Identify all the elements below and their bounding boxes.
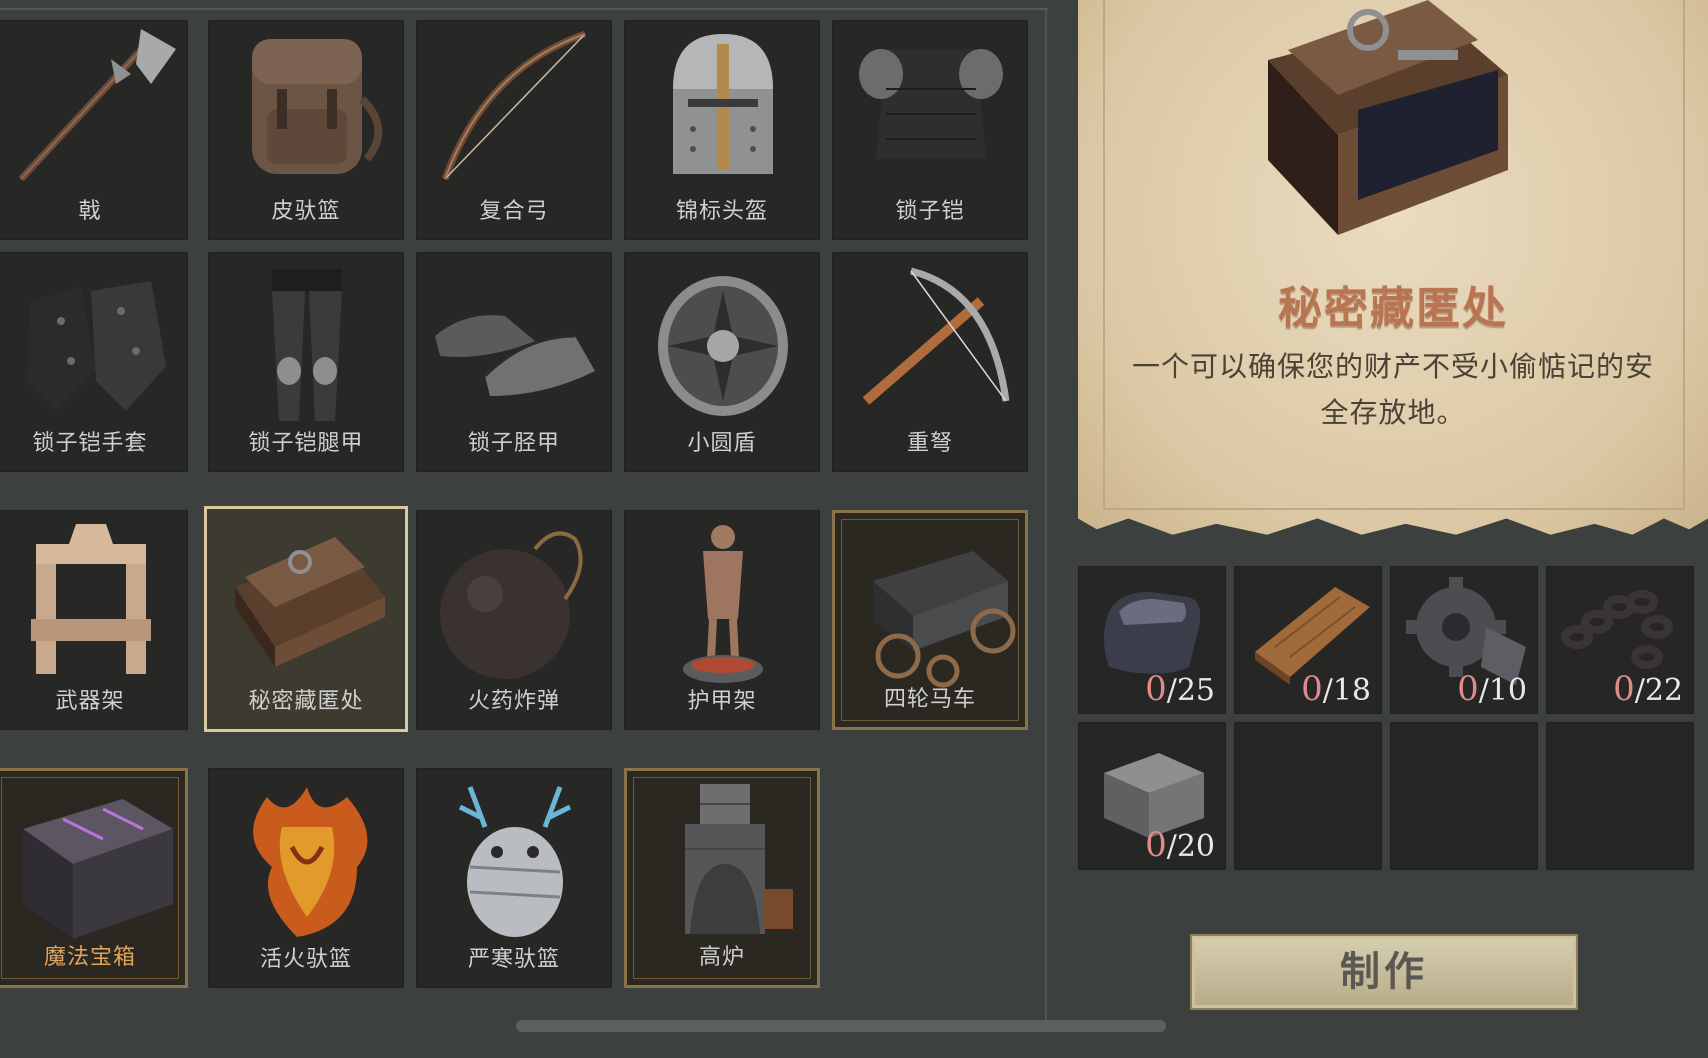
magic-chest-icon <box>23 799 173 939</box>
recipe-item-weapon-rack[interactable]: 武器架 <box>0 510 188 730</box>
recipe-item-tournament-helmet[interactable]: 锦标头盔 <box>624 20 820 240</box>
item-label: 戟 <box>78 199 102 224</box>
armor-stand-icon <box>683 525 763 683</box>
composite-bow-icon <box>441 30 587 181</box>
frost-pack-icon <box>458 786 572 937</box>
horizontal-scrollbar[interactable] <box>516 1020 1166 1032</box>
item-label: 复合弓 <box>479 199 549 224</box>
weapon-rack-icon <box>31 524 151 674</box>
recipe-item-heavy-crossbow[interactable]: 重弩 <box>832 252 1028 472</box>
item-label: 重弩 <box>906 431 953 456</box>
craft-button[interactable]: 制作 <box>1190 934 1578 1010</box>
item-description: 一个可以确保您的财产不受小偷惦记的安全存放地。 <box>1131 350 1654 429</box>
material-count: 0/25 <box>1145 669 1215 709</box>
recipe-item-armor-stand[interactable]: 护甲架 <box>624 510 820 730</box>
recipe-item-magic-chest[interactable]: 魔法宝箱 <box>0 768 188 988</box>
item-label: 皮驮篮 <box>271 199 341 224</box>
item-detail-panel: 秘密藏匿处 一个可以确保您的财产不受小偷惦记的安全存放地。 <box>1078 0 1708 535</box>
item-label: 锁子铠 <box>895 199 965 224</box>
material-count: 0/20 <box>1145 825 1215 865</box>
halberd-icon <box>18 29 176 182</box>
recipe-item-frost-pack[interactable]: 严寒驮篮 <box>416 768 612 988</box>
item-title: 秘密藏匿处 <box>1278 283 1508 334</box>
material-slot-empty <box>1546 722 1694 870</box>
chainmail-armor-icon <box>859 49 1003 159</box>
recipe-item-living-fire-pack[interactable]: 活火驮篮 <box>208 768 404 988</box>
item-label: 火药炸弹 <box>467 689 560 714</box>
item-label: 魔法宝箱 <box>43 945 136 970</box>
item-label: 严寒驮篮 <box>467 947 560 972</box>
material-slot[interactable]: 0/20 <box>1078 722 1226 870</box>
material-count: 0/18 <box>1301 669 1371 709</box>
chainmail-leggings-icon <box>272 269 342 421</box>
recipe-item-leather-pack[interactable]: 皮驮篮 <box>208 20 404 240</box>
item-label: 护甲架 <box>687 689 757 714</box>
recipe-item-halberd[interactable]: 戟 <box>0 20 188 240</box>
material-slot[interactable]: 0/10 <box>1390 566 1538 714</box>
recipe-item-bomb[interactable]: 火药炸弹 <box>416 510 612 730</box>
item-label: 秘密藏匿处 <box>248 689 364 714</box>
bomb-icon <box>440 531 583 679</box>
wagon-icon <box>873 551 1016 688</box>
item-label: 锁子胫甲 <box>467 431 560 456</box>
chainmail-gloves-icon <box>26 281 166 411</box>
material-slot[interactable]: 0/18 <box>1234 566 1382 714</box>
recipe-item-wagon[interactable]: 四轮马车 <box>832 510 1028 730</box>
heavy-crossbow-icon <box>862 267 1010 405</box>
recipe-item-round-shield[interactable]: 小圆盾 <box>624 252 820 472</box>
item-label: 活火驮篮 <box>259 947 352 972</box>
tournament-helmet-icon <box>673 34 773 174</box>
item-label: 锁子铠腿甲 <box>248 431 364 456</box>
item-label: 四轮马车 <box>883 687 976 712</box>
recipe-item-blast-furnace[interactable]: 高炉 <box>624 768 820 988</box>
blast-furnace-icon <box>685 784 793 934</box>
material-slot[interactable]: 0/22 <box>1546 566 1694 714</box>
secret-stash-icon <box>235 537 385 667</box>
material-slot[interactable]: 0/25 <box>1078 566 1226 714</box>
material-slot-empty <box>1390 722 1538 870</box>
item-label: 小圆盾 <box>687 431 757 456</box>
recipe-item-composite-bow[interactable]: 复合弓 <box>416 20 612 240</box>
material-count: 0/10 <box>1457 669 1527 709</box>
material-slot-empty <box>1234 722 1382 870</box>
item-label: 锦标头盔 <box>675 199 768 224</box>
item-label: 武器架 <box>55 689 125 714</box>
crafting-screen: 戟 皮驮篮 复合弓 锦标头盔 锁子铠 锁子铠手套 锁子铠腿甲 锁子胫甲 小圆盾 … <box>0 0 1708 1058</box>
item-label: 锁子铠手套 <box>32 431 148 456</box>
secret-stash-icon <box>1268 0 1508 235</box>
recipe-item-secret-stash[interactable]: 秘密藏匿处 <box>204 506 408 732</box>
recipe-item-chainmail-boots[interactable]: 锁子胫甲 <box>416 252 612 472</box>
recipe-item-chainmail-leggings[interactable]: 锁子铠腿甲 <box>208 252 404 472</box>
recipe-item-chainmail-gloves[interactable]: 锁子铠手套 <box>0 252 188 472</box>
material-count: 0/22 <box>1613 669 1683 709</box>
round-shield-icon <box>658 276 788 416</box>
item-label: 高炉 <box>698 945 745 970</box>
living-fire-pack-icon <box>253 787 368 937</box>
leather-pack-icon <box>252 39 383 174</box>
chainmail-boots-icon <box>435 315 595 396</box>
recipe-item-chainmail-armor[interactable]: 锁子铠 <box>832 20 1028 240</box>
frame-top-line <box>0 8 1048 10</box>
frame-divider <box>1045 8 1047 1028</box>
